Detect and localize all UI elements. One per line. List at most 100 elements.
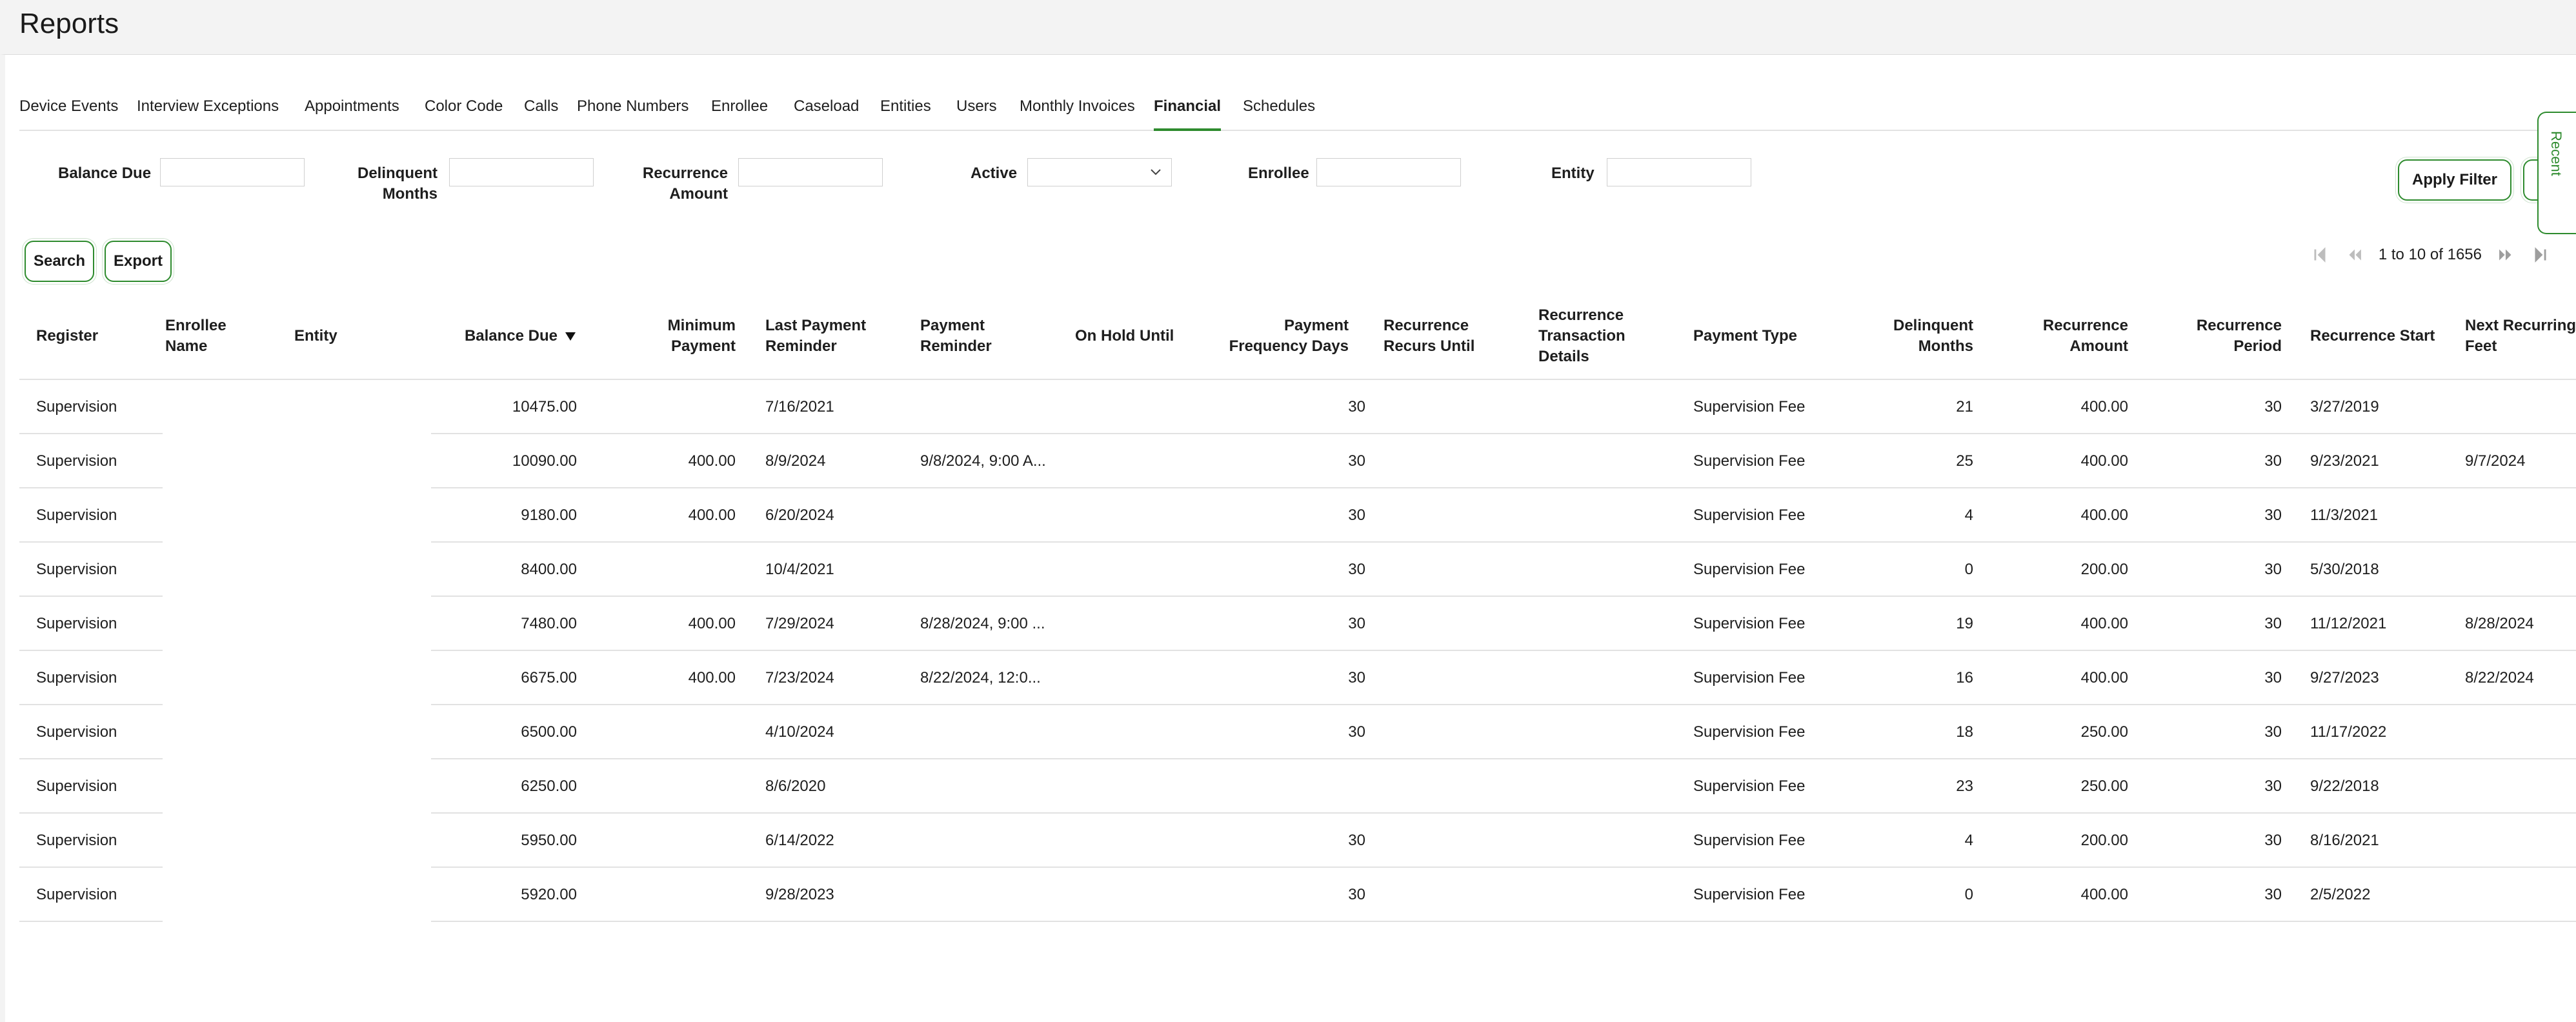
col-last-payment-reminder[interactable]: Last Payment Reminder bbox=[765, 294, 888, 379]
cell-recurrence-recurs-until bbox=[1384, 488, 1513, 543]
cell-payment-frequency-days: 30 bbox=[1348, 832, 1365, 849]
col-recurrence-transaction-details[interactable]: Recurrence Transaction Details bbox=[1538, 294, 1648, 379]
cell-last-payment-reminder: 8/9/2024 bbox=[765, 452, 826, 470]
first-page-icon[interactable] bbox=[2309, 244, 2331, 266]
cell-recurrence-start: 11/12/2021 bbox=[2310, 615, 2387, 632]
table-row[interactable]: Supervision 6250.00 8/6/2020 Supervision… bbox=[19, 759, 2576, 814]
cell-minimum-payment: 400.00 bbox=[688, 615, 736, 632]
tab-schedules[interactable]: Schedules bbox=[1243, 94, 1315, 128]
cell-minimum-payment bbox=[613, 543, 736, 597]
cell-balance-due: 10475.00 bbox=[512, 398, 577, 416]
pagination: 1 to 10 of 1656 bbox=[2302, 242, 2558, 268]
col-payment-type[interactable]: Payment Type bbox=[1693, 294, 1835, 379]
cell-recurrence-amount: 400.00 bbox=[2080, 398, 2128, 416]
delinquent-months-input[interactable] bbox=[449, 158, 594, 186]
cell-on-hold-until bbox=[1075, 597, 1204, 651]
row-divider bbox=[19, 921, 163, 922]
table-row[interactable]: Supervision 5950.00 6/14/2022 30 Supervi… bbox=[19, 814, 2576, 868]
recurrence-amount-input[interactable] bbox=[738, 158, 883, 186]
cell-delinquent-months: 25 bbox=[1956, 452, 1973, 470]
cell-recurrence-recurs-until bbox=[1384, 814, 1513, 868]
cell-last-payment-reminder: 6/20/2024 bbox=[765, 506, 834, 524]
active-select[interactable] bbox=[1027, 158, 1172, 186]
cell-enrollee-name bbox=[165, 597, 281, 651]
tab-phone-numbers[interactable]: Phone Numbers bbox=[577, 94, 689, 128]
tab-interview-exceptions[interactable]: Interview Exceptions bbox=[137, 94, 279, 128]
export-button[interactable]: Export bbox=[105, 241, 172, 282]
tab-calls[interactable]: Calls bbox=[524, 94, 558, 128]
cell-payment-reminder bbox=[920, 705, 1049, 759]
page-title: Reports bbox=[19, 8, 119, 39]
tab-color-code[interactable]: Color Code bbox=[425, 94, 503, 128]
table-row[interactable]: Supervision 10090.00 400.00 8/9/2024 9/8… bbox=[19, 434, 2576, 488]
col-register[interactable]: Register bbox=[36, 294, 139, 379]
cell-delinquent-months: 0 bbox=[1964, 561, 1973, 578]
col-entity[interactable]: Entity bbox=[294, 294, 397, 379]
search-button[interactable]: Search bbox=[25, 241, 94, 282]
col-on-hold-until[interactable]: On Hold Until bbox=[1075, 294, 1204, 379]
cell-enrollee-name bbox=[165, 868, 281, 922]
next-page-icon[interactable] bbox=[2495, 244, 2517, 266]
balance-due-input[interactable] bbox=[160, 158, 305, 186]
table-row[interactable]: Supervision 7480.00 400.00 7/29/2024 8/2… bbox=[19, 597, 2576, 651]
col-recurrence-recurs-until[interactable]: Recurrence Recurs Until bbox=[1384, 294, 1493, 379]
col-payment-frequency-days[interactable]: Payment Frequency Days bbox=[1220, 294, 1349, 379]
cell-minimum-payment bbox=[613, 705, 736, 759]
cell-payment-reminder bbox=[920, 488, 1049, 543]
cell-payment-frequency-days: 30 bbox=[1348, 669, 1365, 686]
tab-enrollee[interactable]: Enrollee bbox=[711, 94, 768, 128]
delinquent-months-label-line1: Delinquent bbox=[357, 165, 438, 182]
cell-recurrence-start: 2/5/2022 bbox=[2310, 886, 2371, 903]
cell-on-hold-until bbox=[1075, 759, 1204, 814]
cell-recurrence-transaction-details bbox=[1538, 705, 1667, 759]
entity-input[interactable] bbox=[1607, 158, 1751, 186]
table-row[interactable]: Supervision 5920.00 9/28/2023 30 Supervi… bbox=[19, 868, 2576, 922]
cell-entity bbox=[294, 380, 410, 434]
table-row[interactable]: Supervision 10475.00 7/16/2021 30 Superv… bbox=[19, 380, 2576, 434]
cell-recurrence-recurs-until bbox=[1384, 434, 1513, 488]
cell-payment-reminder bbox=[920, 759, 1049, 814]
col-balance-due[interactable]: Balance Due bbox=[432, 294, 577, 379]
cell-next-recurring-fee bbox=[2465, 759, 2575, 814]
cell-minimum-payment: 400.00 bbox=[688, 669, 736, 686]
financial-table: Register Enrollee Name Entity Balance Du… bbox=[19, 294, 2576, 922]
last-page-icon[interactable] bbox=[2530, 244, 2551, 266]
table-row[interactable]: Supervision 8400.00 10/4/2021 30 Supervi… bbox=[19, 543, 2576, 597]
cell-balance-due: 5920.00 bbox=[521, 886, 577, 903]
recent-panel-tab[interactable]: Recent bbox=[2537, 112, 2576, 234]
tab-monthly-invoices[interactable]: Monthly Invoices bbox=[1020, 94, 1135, 128]
tab-caseload[interactable]: Caseload bbox=[794, 94, 859, 128]
apply-filter-button[interactable]: Apply Filter bbox=[2398, 159, 2511, 201]
cell-payment-type: Supervision Fee bbox=[1693, 832, 1806, 849]
col-recurrence-start[interactable]: Recurrence Start bbox=[2310, 294, 2446, 379]
col-payment-reminder[interactable]: Payment Reminder bbox=[920, 294, 1030, 379]
cell-recurrence-amount: 400.00 bbox=[2080, 452, 2128, 470]
tab-device-events[interactable]: Device Events bbox=[19, 94, 118, 128]
cell-on-hold-until bbox=[1075, 868, 1204, 922]
cell-minimum-payment bbox=[613, 380, 736, 434]
content-panel: Device Events Interview Exceptions Appoi… bbox=[0, 54, 2576, 1022]
previous-page-icon[interactable] bbox=[2344, 244, 2366, 266]
cell-minimum-payment bbox=[613, 814, 736, 868]
col-minimum-payment[interactable]: Minimum Payment bbox=[613, 294, 736, 379]
enrollee-input[interactable] bbox=[1316, 158, 1461, 186]
col-enrollee-name[interactable]: Enrollee Name bbox=[165, 294, 262, 379]
pagination-summary: 1 to 10 of 1656 bbox=[2378, 246, 2482, 263]
tab-appointments[interactable]: Appointments bbox=[305, 94, 399, 128]
cell-payment-type: Supervision Fee bbox=[1693, 615, 1806, 632]
tab-users[interactable]: Users bbox=[956, 94, 997, 128]
tab-entities[interactable]: Entities bbox=[880, 94, 931, 128]
table-row[interactable]: Supervision 9180.00 400.00 6/20/2024 30 … bbox=[19, 488, 2576, 543]
col-recurrence-amount[interactable]: Recurrence Amount bbox=[2026, 294, 2128, 379]
tab-financial[interactable]: Financial bbox=[1154, 94, 1222, 131]
col-delinquent-months[interactable]: Delinquent Months bbox=[1865, 294, 1973, 379]
cell-recurrence-transaction-details bbox=[1538, 597, 1667, 651]
table-row[interactable]: Supervision 6500.00 4/10/2024 30 Supervi… bbox=[19, 705, 2576, 759]
cell-on-hold-until bbox=[1075, 434, 1204, 488]
table-row[interactable]: Supervision 6675.00 400.00 7/23/2024 8/2… bbox=[19, 651, 2576, 705]
col-next-recurring-fee[interactable]: Next Recurring Feet bbox=[2465, 294, 2576, 379]
sort-descending-icon bbox=[565, 332, 576, 341]
cell-register: Supervision bbox=[36, 506, 117, 524]
col-recurrence-period[interactable]: Recurrence Period bbox=[2175, 294, 2282, 379]
cell-last-payment-reminder: 7/23/2024 bbox=[765, 669, 834, 686]
